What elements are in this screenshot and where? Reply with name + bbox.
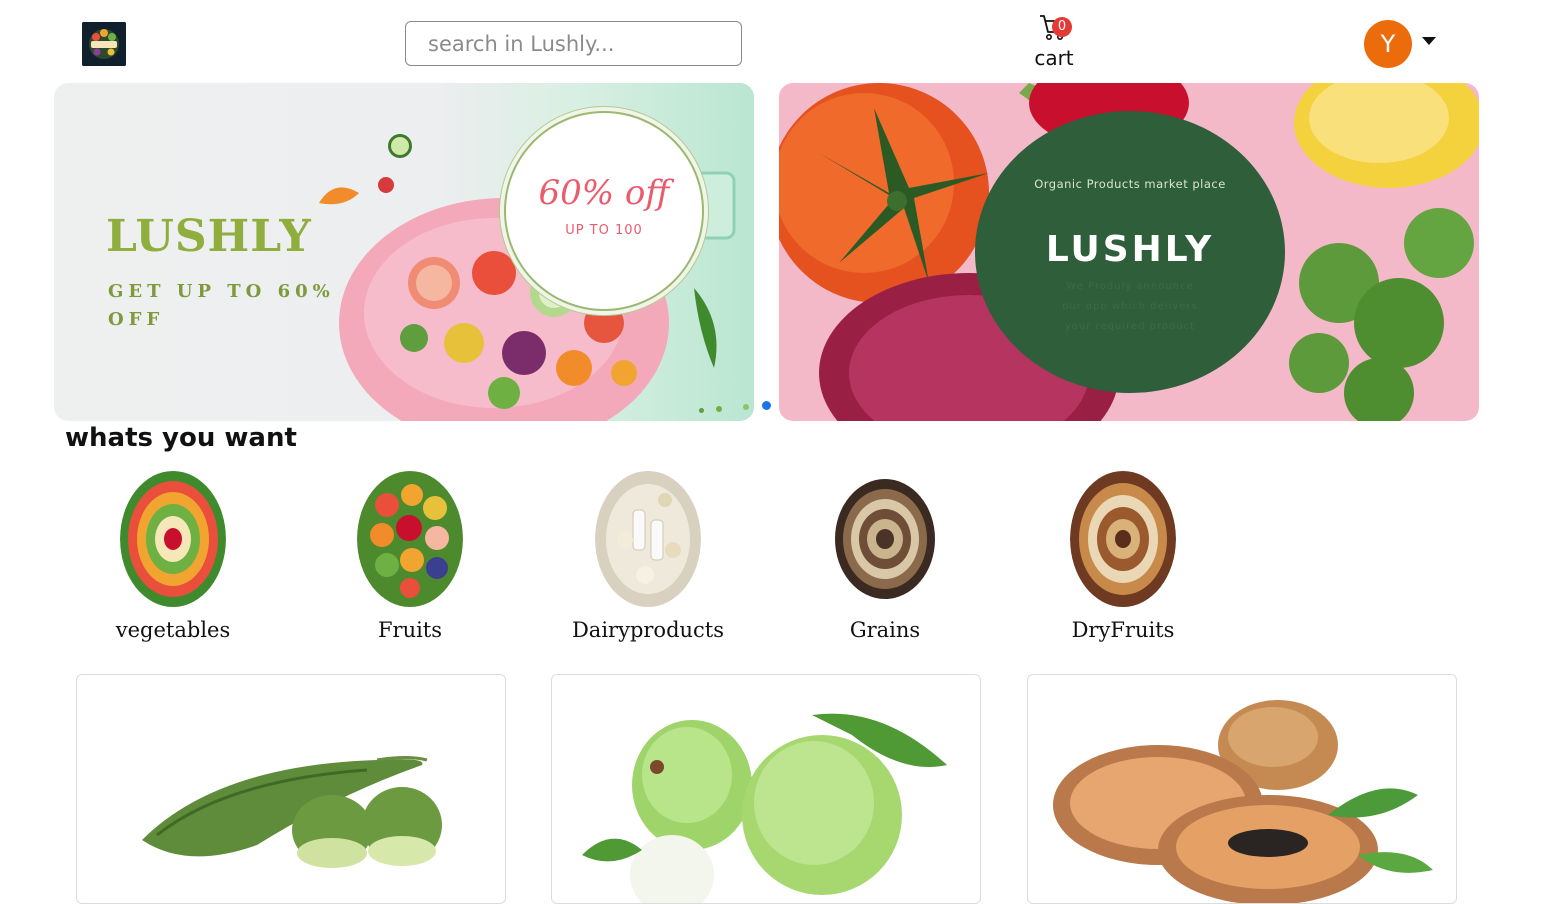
decor-dot [699, 408, 704, 413]
banner-tagline: Organic Products market place [1034, 177, 1226, 191]
user-avatar[interactable]: Y [1364, 20, 1412, 68]
category-dryfruits[interactable]: DryFruits [1040, 468, 1200, 653]
offer-subtext: UP TO 100 [565, 223, 643, 238]
category-label: vegetables [115, 618, 231, 642]
category-label: Dairyproducts [571, 618, 725, 642]
cart-label: cart [1034, 46, 1074, 70]
product-card[interactable] [1027, 674, 1457, 904]
radish-icon [378, 177, 394, 193]
ridge-gourd-image [142, 756, 442, 868]
vegetables-image [120, 471, 226, 607]
cart-button[interactable]: 0 cart [1028, 12, 1080, 72]
banner-brand-title: LUSHLY [106, 211, 312, 262]
chevron-down-icon[interactable] [1422, 37, 1436, 45]
promo-banner-brand[interactable]: Organic Products market place LUSHLY We … [779, 83, 1479, 421]
product-card[interactable] [551, 674, 981, 904]
category-label: DryFruits [1071, 618, 1175, 642]
category-label: Fruits [377, 618, 443, 642]
category-grains[interactable]: Grains [802, 468, 962, 653]
logo[interactable] [82, 22, 126, 66]
search-input[interactable] [406, 22, 741, 65]
decor-dot [716, 406, 722, 412]
banner-brand-title: LUSHLY [1045, 229, 1215, 270]
dryfruits-image [1070, 471, 1176, 607]
promo-banner-discount[interactable]: LUSHLY GET UP TO 60% OFF 60% off UP TO 1… [54, 83, 754, 421]
banner-description: We Produly announce our app which delive… [1062, 281, 1198, 332]
category-label: Grains [849, 618, 921, 642]
grains-image [835, 479, 935, 599]
category-fruits[interactable]: Fruits [327, 468, 487, 653]
banner-subtitle: GET UP TO 60% OFF [108, 281, 335, 330]
fruits-image [357, 471, 463, 607]
orange-slice-icon [319, 187, 359, 205]
dairy-image [595, 471, 701, 607]
logo-emblem-icon [82, 22, 126, 66]
product-card[interactable] [76, 674, 506, 904]
category-vegetables[interactable]: vegetables [90, 468, 250, 653]
cucumber-slice-icon [388, 134, 412, 158]
carousel-indicator-active[interactable] [762, 401, 771, 410]
sapota-image [1053, 700, 1433, 903]
offer-badge: 60% off UP TO 100 [506, 113, 702, 309]
category-dairyproducts[interactable]: Dairyproducts [565, 468, 725, 653]
pea-pod-icon [694, 288, 717, 368]
cart-count-badge: 0 [1052, 17, 1072, 37]
search-bar[interactable] [405, 21, 742, 66]
section-title: whats you want [65, 423, 297, 453]
guava-image [582, 713, 947, 903]
offer-text: 60% off [538, 173, 670, 213]
brand-circle: Organic Products market place LUSHLY We … [975, 111, 1285, 393]
decor-dot [743, 404, 749, 410]
